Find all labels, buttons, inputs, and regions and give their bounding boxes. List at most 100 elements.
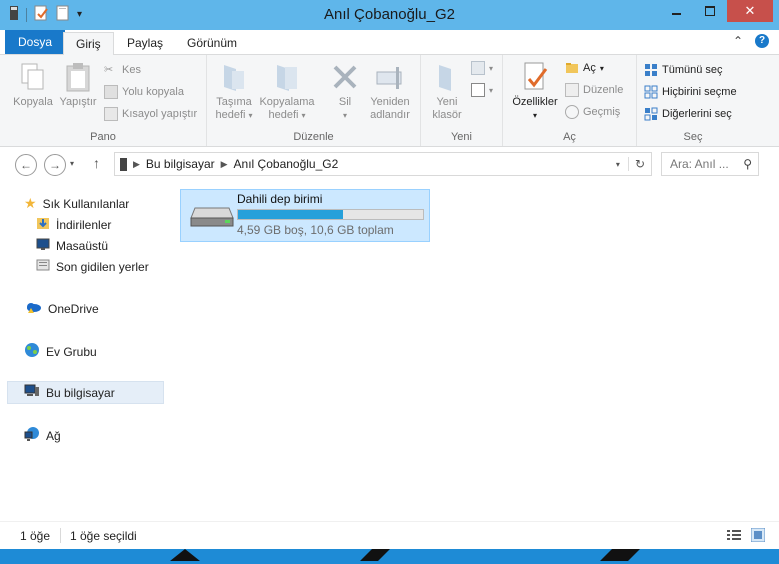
ribbon-tabs: Dosya Giriş Paylaş Görünüm ⌃ ? (0, 30, 779, 56)
cut-button[interactable]: ✂ Kes (104, 63, 141, 77)
search-box[interactable]: Ara: Anıl ... ⚲ (661, 152, 759, 176)
breadcrumb-separator-icon: ▶ (133, 158, 140, 169)
taskbar-decoration (170, 549, 640, 561)
address-history-chevron-icon[interactable]: ▾ (616, 160, 620, 169)
item-count: 1 öğe (20, 529, 51, 543)
delete-button[interactable]: Sil ▾ (325, 61, 365, 122)
selected-count: 1 öğe seçildi (70, 529, 137, 543)
sidebar-item-downloads[interactable]: İndirilenler (36, 216, 111, 233)
sidebar-item-desktop[interactable]: Masaüstü (36, 237, 108, 254)
scissors-icon: ✂ (104, 64, 114, 76)
minimize-button[interactable] (659, 0, 693, 22)
copy-to-icon (271, 61, 303, 93)
close-button[interactable]: ✕ (727, 0, 773, 22)
ribbon: Kopyala Yapıştır ✂ Kes Yolu kopyala Kısa… (0, 55, 779, 147)
sidebar-item-recent-places[interactable]: Son gidilen yerler (36, 258, 149, 275)
refresh-icon[interactable]: ↻ (627, 157, 651, 171)
large-icons-view-icon[interactable] (750, 527, 766, 545)
drive-name: Dahili dep birimi (237, 192, 323, 206)
up-button[interactable]: ↑ (93, 155, 100, 171)
window-controls: ✕ (659, 0, 773, 22)
tab-share[interactable]: Paylaş (115, 32, 175, 54)
desktop-icon (36, 237, 50, 254)
drive-tile[interactable]: Dahili dep birimi 4,59 GB boş, 10,6 GB t… (180, 189, 430, 242)
recent-places-icon (36, 258, 50, 275)
move-to-dropdown-icon: ▾ (248, 111, 253, 120)
help-icon[interactable]: ? (755, 34, 769, 48)
select-none-button[interactable]: Hiçbirini seçme (644, 85, 737, 99)
copy-to-button[interactable]: Kopyalama hedefi ▾ (257, 61, 317, 122)
forward-button[interactable]: → (44, 154, 66, 176)
sidebar-item-homegroup[interactable]: Ev Grubu (24, 342, 97, 361)
clipboard-icon (62, 61, 94, 93)
properties-button[interactable]: Özellikler ▾ (507, 61, 563, 122)
breadcrumb-this-pc[interactable]: Bu bilgisayar (146, 157, 215, 171)
select-all-button[interactable]: Tümünü seç (644, 63, 723, 77)
tab-view[interactable]: Görünüm (175, 32, 249, 54)
group-label-open: Aç (563, 131, 576, 143)
status-divider (60, 528, 61, 543)
open-button[interactable]: Aç ▾ (565, 61, 604, 75)
search-input[interactable]: Ara: Anıl ... (670, 157, 743, 171)
close-icon: ✕ (744, 3, 756, 18)
star-icon: ★ (24, 195, 37, 211)
back-button[interactable]: ← (15, 154, 37, 176)
paste-button[interactable]: Yapıştır (56, 61, 100, 109)
new-item-dropdown-icon: ▾ (489, 63, 494, 73)
easy-access-button[interactable]: ▾ (471, 83, 493, 97)
sidebar-item-network[interactable]: Ağ (24, 426, 61, 445)
taskbar-strip (0, 549, 779, 561)
tab-home[interactable]: Giriş (63, 32, 114, 56)
group-new: Yeni klasör ▾ ▾ Yeni (421, 55, 503, 146)
ribbon-right-controls: ⌃ ? (733, 34, 769, 48)
edit-button[interactable]: Düzenle (565, 83, 623, 97)
collapse-ribbon-icon[interactable]: ⌃ (733, 34, 743, 48)
navigation-pane: ★ Sık Kullanılanlar İndirilenler Masaüst… (0, 181, 166, 521)
this-pc-icon (24, 384, 40, 401)
easy-access-icon (471, 83, 485, 97)
copy-icon (17, 61, 49, 93)
move-to-icon (218, 61, 250, 93)
group-label-select: Seç (683, 131, 703, 143)
recent-locations-chevron-icon[interactable]: ▾ (70, 159, 74, 168)
paste-shortcut-icon (104, 107, 118, 121)
maximize-button[interactable] (693, 0, 727, 22)
breadcrumb-separator-icon: ▶ (220, 158, 228, 169)
homegroup-icon (24, 342, 40, 361)
copy-button[interactable]: Kopyala (10, 61, 56, 109)
invert-selection-button[interactable]: Diğerlerini seç (644, 107, 732, 121)
navigation-bar: ← → ▾ ↑ ▶ Bu bilgisayar ▶ Anıl Çobanoğlu… (0, 147, 779, 181)
drive-usage-fill (238, 210, 343, 219)
address-bar[interactable]: ▶ Bu bilgisayar ▶ Anıl Çobanoğlu_G2 ▾ ↻ (114, 152, 652, 176)
details-view-icon[interactable] (727, 529, 741, 544)
search-icon: ⚲ (743, 157, 752, 171)
move-to-button[interactable]: Taşıma hedefi ▾ (211, 61, 257, 122)
breadcrumb-drive[interactable]: Anıl Çobanoğlu_G2 (234, 157, 339, 171)
sidebar-item-this-pc[interactable]: Bu bilgisayar (7, 381, 164, 404)
open-dropdown-icon: ▾ (599, 63, 604, 73)
group-select: Tümünü seç Hiçbirini seçme Diğerlerini s… (637, 55, 749, 146)
new-folder-button[interactable]: Yeni klasör (425, 61, 469, 122)
group-open: Özellikler ▾ Aç ▾ Düzenle Geçmiş Aç (503, 55, 637, 146)
forward-arrow-icon: → (49, 158, 61, 172)
history-button[interactable]: Geçmiş (565, 105, 620, 119)
drive-usage-bar (237, 209, 424, 220)
explorer-window: ▾ Anıl Çobanoğlu_G2 ✕ Dosya Giriş Paylaş… (0, 0, 779, 550)
select-none-icon (644, 85, 658, 99)
copy-path-button[interactable]: Yolu kopyala (104, 85, 184, 99)
downloads-icon (36, 216, 50, 233)
new-item-button[interactable]: ▾ (471, 61, 493, 75)
sidebar-item-onedrive[interactable]: OneDrive (24, 300, 99, 317)
minimize-icon (671, 13, 681, 15)
tab-file[interactable]: Dosya (5, 30, 66, 54)
group-label-new: Yeni (450, 131, 472, 143)
up-arrow-icon: ↑ (93, 155, 100, 171)
rename-icon (374, 61, 406, 93)
delete-x-icon (329, 61, 361, 93)
back-arrow-icon: ← (20, 158, 32, 172)
sidebar-item-favorites[interactable]: ★ Sık Kullanılanlar (24, 195, 129, 212)
rename-button[interactable]: Yeniden adlandır (365, 61, 415, 122)
file-view: Dahili dep birimi 4,59 GB boş, 10,6 GB t… (166, 181, 779, 521)
paste-shortcut-button[interactable]: Kısayol yapıştır (104, 107, 197, 121)
copy-path-icon (104, 85, 118, 99)
